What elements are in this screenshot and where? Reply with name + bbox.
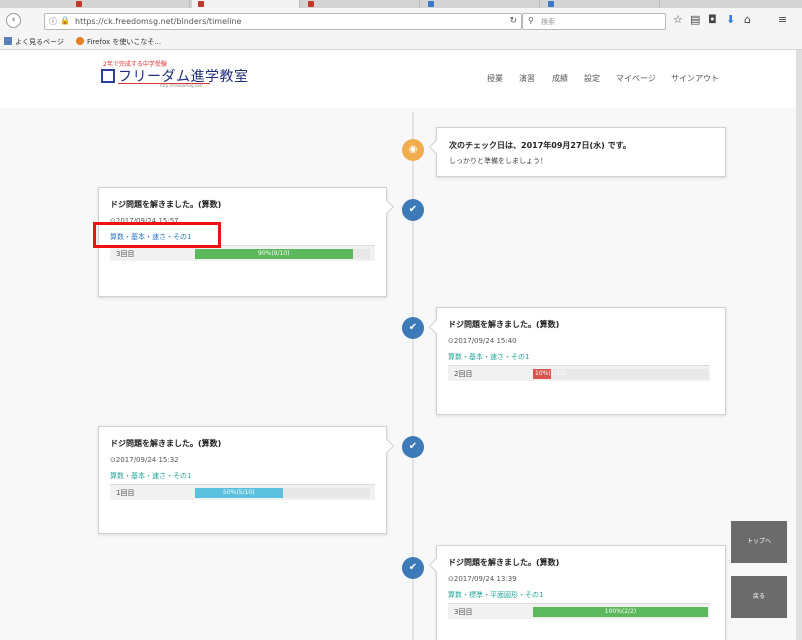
menu-icon[interactable]: ≡ <box>778 13 787 26</box>
favicon-icon <box>76 1 82 7</box>
bookmark-firefox[interactable]: Firefox を使いこなそ... <box>76 37 161 47</box>
entry-time: ⊙2017/09/24 15:40 <box>448 337 517 345</box>
round-label: 3回目 <box>454 608 473 616</box>
favicon-icon <box>198 1 204 7</box>
progress-bar: 100%(2/2) <box>533 607 708 617</box>
card-pointer <box>379 438 395 454</box>
nav-signout[interactable]: サインアウト <box>671 73 719 84</box>
check-icon: ✔ <box>402 557 424 579</box>
browser-toolbar: ‹ ⓘ 🔒 https://ck.freedomsg.net/binders/t… <box>0 8 802 36</box>
search-bar[interactable]: ⚲ 検索 <box>522 13 666 30</box>
browser-tab-active[interactable] <box>192 0 300 8</box>
highlight-box <box>93 222 221 248</box>
entry-title: ドジ問題を解きました。(算数) <box>448 320 560 329</box>
nav-grades[interactable]: 成績 <box>552 73 568 84</box>
entry-title: ドジ問題を解きました。(算数) <box>110 200 222 209</box>
download-icon[interactable]: ⬇ <box>726 13 735 26</box>
progress-track: 100%(2/2) <box>533 607 708 617</box>
firefox-icon <box>76 37 84 45</box>
progress-track: 10%(1/10) <box>533 369 708 379</box>
scroll-top-button[interactable]: トップへ <box>731 521 787 563</box>
entry-title: ドジ問題を解きました。(算数) <box>448 558 560 567</box>
url-text: https://ck.freedomsg.net/binders/timelin… <box>75 17 242 26</box>
progress-bar: 10%(1/10) <box>533 369 567 379</box>
round-label: 3回目 <box>116 250 135 258</box>
entry-title: ドジ問題を解きました。(算数) <box>110 439 222 448</box>
info-icon[interactable]: ⓘ <box>49 16 57 27</box>
search-placeholder: 検索 <box>541 18 555 26</box>
next-check-card: 次のチェック日は、2017年09月27日(水) です。 しっかりと準備をしましょ… <box>428 127 726 177</box>
timeline-card: ドジ問題を解きました。(算数) ⊙2017/09/24 13:39 算数・標準・… <box>428 545 726 640</box>
round-label: 2回目 <box>454 370 473 378</box>
entry-time: ⊙2017/09/24 13:39 <box>448 575 517 583</box>
clipboard-icon[interactable]: ▤ <box>690 13 700 26</box>
scrollbar[interactable] <box>796 50 802 640</box>
folder-icon <box>4 37 12 45</box>
timeline-card: ドジ問題を解きました。(算数) ⊙2017/09/24 15:40 算数・基本・… <box>428 307 726 415</box>
reload-icon[interactable]: ↻ <box>509 16 517 26</box>
browser-tab[interactable] <box>422 0 540 8</box>
home-icon[interactable]: ⌂ <box>744 13 751 26</box>
timeline-card: ドジ問題を解きました。(算数) ⊙2017/09/24 15:32 算数・基本・… <box>98 426 395 534</box>
progress-row: 3回目 100%(2/2) <box>448 603 710 619</box>
progress-row: 2回目 10%(1/10) <box>448 365 710 381</box>
card-pointer <box>379 199 395 215</box>
entry-link[interactable]: 算数・基本・速さ・その1 <box>110 471 191 481</box>
check-icon: ✔ <box>402 317 424 339</box>
round-label: 1回目 <box>116 489 135 497</box>
favicon-icon <box>428 1 434 7</box>
nav-settings[interactable]: 設定 <box>584 73 600 84</box>
progress-track: 50%(5/10) <box>195 488 370 498</box>
progress-track: 90%(9/10) <box>195 249 370 259</box>
nav-mypage[interactable]: マイページ <box>616 73 656 84</box>
browser-tab[interactable] <box>302 0 420 8</box>
browser-tab[interactable] <box>70 0 190 8</box>
entry-link[interactable]: 算数・標準・平面図形・その1 <box>448 590 543 600</box>
entry-link[interactable]: 算数・基本・速さ・その1 <box>448 352 529 362</box>
browser-tab-strip <box>0 0 802 8</box>
logo-icon[interactable] <box>101 69 115 83</box>
bookmark-most-visited[interactable]: よく見るページ <box>4 37 64 47</box>
url-bar[interactable]: ⓘ 🔒 https://ck.freedomsg.net/binders/tim… <box>44 13 522 30</box>
next-check-title: 次のチェック日は、2017年09月27日(水) です。 <box>449 141 631 150</box>
star-icon[interactable]: ☆ <box>673 13 683 26</box>
entry-time: ⊙2017/09/24 15:32 <box>110 456 179 464</box>
progress-bar: 90%(9/10) <box>195 249 353 259</box>
progress-bar: 50%(5/10) <box>195 488 283 498</box>
site-url: http://freedomsg.net/ <box>160 83 203 88</box>
progress-row: 1回目 50%(5/10) <box>110 484 375 500</box>
pocket-icon[interactable]: ◘ <box>708 13 717 26</box>
nav-exercises[interactable]: 演習 <box>519 73 535 84</box>
check-icon: ✔ <box>402 436 424 458</box>
back-button[interactable]: ‹ <box>6 13 21 28</box>
search-icon: ⚲ <box>528 16 534 25</box>
browser-tab[interactable] <box>542 0 660 8</box>
back-page-button[interactable]: 戻る <box>731 576 787 618</box>
card-pointer <box>428 319 444 335</box>
eye-icon: ◉ <box>402 139 424 161</box>
card-pointer <box>428 557 444 573</box>
lock-icon: 🔒 <box>60 16 70 25</box>
page-content: 2年で完成する中学受験 フリーダム進学教室 http://freedomsg.n… <box>0 50 802 640</box>
next-check-subtitle: しっかりと準備をしましょう！ <box>449 157 547 165</box>
nav-lessons[interactable]: 授業 <box>487 73 503 84</box>
favicon-icon <box>548 1 554 7</box>
favicon-icon <box>308 1 314 7</box>
bookmarks-bar: よく見るページ Firefox を使いこなそ... <box>0 36 802 50</box>
site-header: 2年で完成する中学受験 フリーダム進学教室 http://freedomsg.n… <box>0 50 802 108</box>
card-pointer <box>428 139 444 155</box>
check-icon: ✔ <box>402 199 424 221</box>
